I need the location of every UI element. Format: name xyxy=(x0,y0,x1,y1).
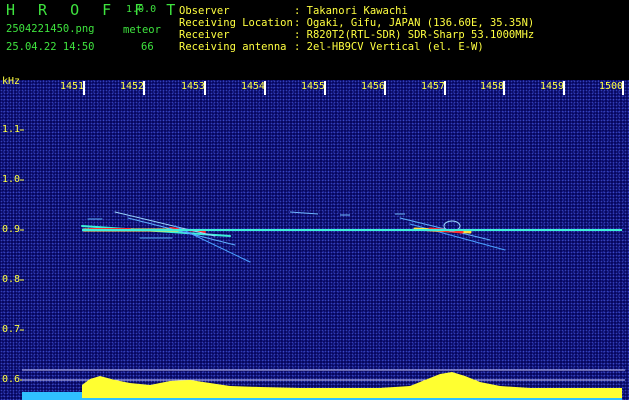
meteor-echo xyxy=(399,217,506,251)
meteor-echo xyxy=(81,211,251,263)
reference-lines xyxy=(22,369,625,381)
echo-overlay xyxy=(20,129,625,400)
signal-level-bar xyxy=(22,372,622,400)
